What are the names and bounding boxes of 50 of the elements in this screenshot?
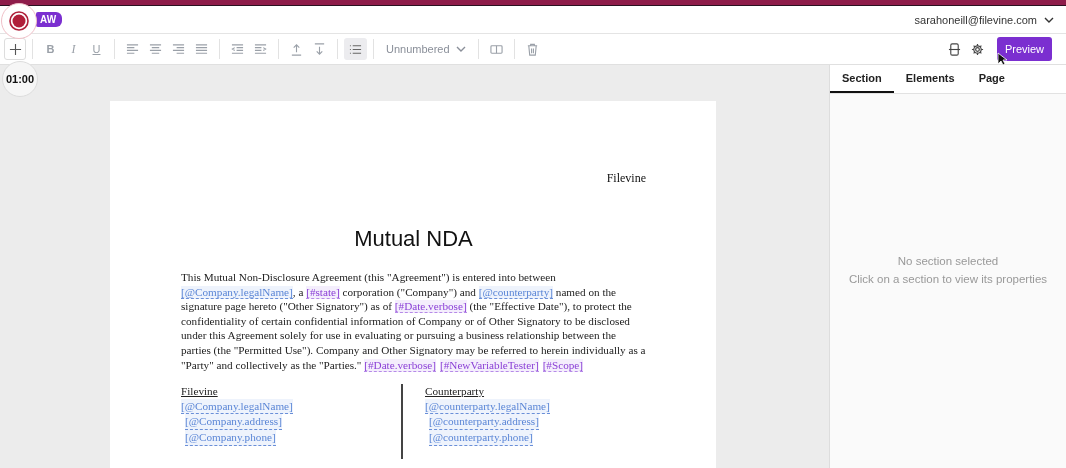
agreement-paragraph: This Mutual Non-Disclosure Agreement (this "Agreement") is entered into between [@Company.legalName], a [#state] corporation ("Company") and [@counterparty] named on the signature page hereto ("Other Signatory") as of [#Date.verbose] (the "Effective Date"), to protect the confidentiality of certain confidential information of Company or of Other Signatory to be disclosed under this Agreement solely for use in evaluating or pursuing a business relationship between the parties (the "Permitted Use"). Company and Other Signatory may be referred to herein individually as a "Party" and collectively as the "Parties." [#Date.verbose] [#NewVariableTester] [#Scope]: [181, 270, 646, 373]
account-menu[interactable]: sarahoneill@filevine.com: [914, 13, 1054, 26]
document-title: Mutual NDA: [353, 226, 474, 252]
panel-tab[interactable]: Elements: [893, 65, 967, 93]
variable-tag[interactable]: [#Scope]: [542, 358, 583, 372]
empty-state-hint: Click on a section to view its properties: [848, 273, 1048, 285]
app-logo[interactable]: AW: [36, 12, 63, 27]
align-right-icon: [172, 42, 185, 56]
underline-button[interactable]: U: [85, 38, 108, 60]
field-tag[interactable]: [@Company.phone]: [185, 429, 276, 446]
list-icon: [349, 42, 362, 56]
panel-tab[interactable]: Section: [830, 65, 894, 93]
record-button[interactable]: [1, 3, 37, 39]
chevron-down-icon: [1044, 16, 1054, 23]
outdent-icon: [231, 42, 244, 56]
align-left-icon: [126, 42, 139, 56]
record-icon: [9, 11, 29, 31]
field-tag[interactable]: [@Company.legalName]: [181, 285, 293, 299]
empty-state-title: No section selected: [897, 255, 999, 267]
variable-tag[interactable]: [#Date.verbose]: [364, 358, 436, 372]
variable-tag[interactable]: [#state]: [306, 285, 340, 299]
columns-icon: [489, 42, 503, 56]
move-down-icon: [313, 42, 326, 56]
field-tag[interactable]: [@Company.legalName]: [181, 398, 293, 415]
document-header: Filevine: [606, 171, 646, 186]
list-button[interactable]: [344, 38, 367, 60]
field-tag[interactable]: [@counterparty]: [478, 285, 553, 299]
align-center-icon: [149, 42, 162, 56]
panel-tab[interactable]: Page: [966, 65, 1017, 93]
chevron-down-icon: [455, 46, 466, 52]
add-icon: [8, 42, 22, 56]
signature-heading: Counterparty: [425, 384, 485, 399]
indent-icon: [254, 42, 267, 56]
preview-button[interactable]: Preview: [996, 37, 1052, 61]
field-tag[interactable]: [@counterparty.phone]: [429, 429, 533, 446]
bold-button[interactable]: B: [39, 38, 62, 60]
field-tag[interactable]: [@counterparty.address]: [429, 414, 539, 430]
italic-button[interactable]: I: [62, 38, 85, 60]
page-break-icon: [947, 42, 961, 56]
add-button[interactable]: [4, 38, 26, 60]
field-tag[interactable]: [@counterparty.legalName]: [425, 398, 550, 415]
field-tag[interactable]: [@Company.address]: [185, 414, 282, 430]
align-justify-icon: [195, 42, 208, 56]
variable-tag[interactable]: [#NewVariableTester]: [440, 358, 539, 372]
delete-icon: [525, 42, 539, 56]
settings-icon: [970, 42, 984, 56]
variable-tag[interactable]: [#Date.verbose]: [394, 300, 467, 314]
move-up-icon: [290, 42, 303, 56]
numbering-dropdown[interactable]: Unnumbered: [380, 40, 472, 58]
signature-heading: Filevine: [181, 384, 218, 399]
